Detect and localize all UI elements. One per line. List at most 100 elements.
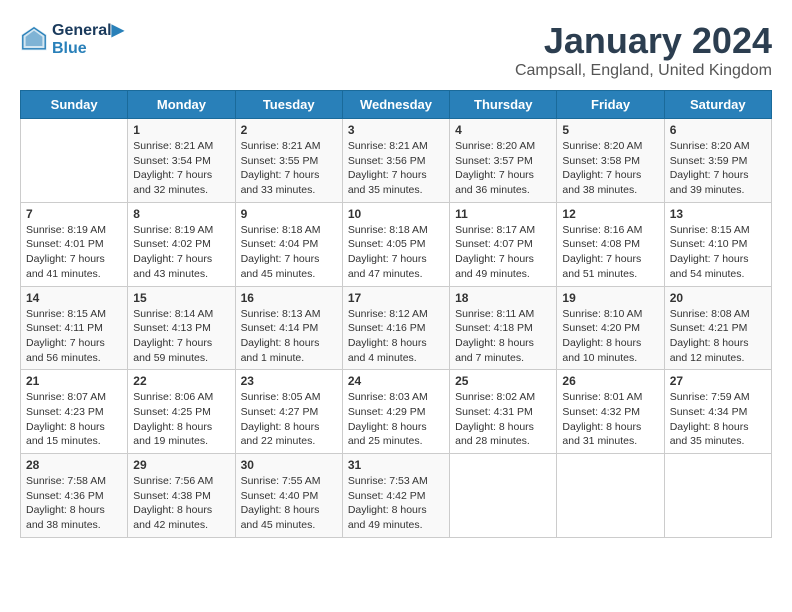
sunset-info: Sunset: 3:55 PM (241, 154, 337, 169)
sunrise-info: Sunrise: 8:08 AM (670, 307, 766, 322)
sunrise-info: Sunrise: 8:20 AM (670, 139, 766, 154)
sunset-info: Sunset: 3:58 PM (562, 154, 658, 169)
day-info: Sunrise: 8:07 AMSunset: 4:23 PMDaylight:… (26, 390, 122, 449)
sunrise-info: Sunrise: 7:53 AM (348, 474, 444, 489)
sunrise-info: Sunrise: 8:18 AM (348, 223, 444, 238)
day-number: 7 (26, 207, 122, 221)
day-number: 8 (133, 207, 229, 221)
daylight-info: and 56 minutes. (26, 351, 122, 366)
sunset-info: Sunset: 3:59 PM (670, 154, 766, 169)
sunset-info: Sunset: 4:14 PM (241, 321, 337, 336)
day-info: Sunrise: 8:19 AMSunset: 4:02 PMDaylight:… (133, 223, 229, 282)
calendar-cell (664, 454, 771, 538)
calendar-cell: 18Sunrise: 8:11 AMSunset: 4:18 PMDayligh… (450, 286, 557, 370)
day-info: Sunrise: 8:19 AMSunset: 4:01 PMDaylight:… (26, 223, 122, 282)
day-info: Sunrise: 8:13 AMSunset: 4:14 PMDaylight:… (241, 307, 337, 366)
daylight-info: and 54 minutes. (670, 267, 766, 282)
calendar-table: SundayMondayTuesdayWednesdayThursdayFrid… (20, 90, 772, 538)
daylight-info: Daylight: 8 hours (133, 503, 229, 518)
daylight-info: Daylight: 8 hours (562, 420, 658, 435)
daylight-info: Daylight: 8 hours (670, 420, 766, 435)
sunrise-info: Sunrise: 8:05 AM (241, 390, 337, 405)
sunrise-info: Sunrise: 8:20 AM (562, 139, 658, 154)
day-number: 31 (348, 458, 444, 472)
sunset-info: Sunset: 4:20 PM (562, 321, 658, 336)
daylight-info: and 19 minutes. (133, 434, 229, 449)
daylight-info: and 12 minutes. (670, 351, 766, 366)
day-number: 3 (348, 123, 444, 137)
day-info: Sunrise: 8:03 AMSunset: 4:29 PMDaylight:… (348, 390, 444, 449)
daylight-info: Daylight: 7 hours (562, 168, 658, 183)
sunset-info: Sunset: 4:04 PM (241, 237, 337, 252)
weekday-header-wednesday: Wednesday (342, 91, 449, 119)
day-number: 19 (562, 291, 658, 305)
day-info: Sunrise: 8:21 AMSunset: 3:56 PMDaylight:… (348, 139, 444, 198)
header: General▶ Blue January 2024 Campsall, Eng… (20, 20, 772, 80)
daylight-info: Daylight: 7 hours (241, 252, 337, 267)
day-info: Sunrise: 8:10 AMSunset: 4:20 PMDaylight:… (562, 307, 658, 366)
daylight-info: Daylight: 7 hours (133, 252, 229, 267)
calendar-cell (21, 119, 128, 203)
calendar-cell: 2Sunrise: 8:21 AMSunset: 3:55 PMDaylight… (235, 119, 342, 203)
sunrise-info: Sunrise: 8:07 AM (26, 390, 122, 405)
day-info: Sunrise: 8:11 AMSunset: 4:18 PMDaylight:… (455, 307, 551, 366)
daylight-info: and 10 minutes. (562, 351, 658, 366)
sunrise-info: Sunrise: 8:19 AM (26, 223, 122, 238)
daylight-info: Daylight: 7 hours (133, 336, 229, 351)
calendar-cell: 5Sunrise: 8:20 AMSunset: 3:58 PMDaylight… (557, 119, 664, 203)
sunrise-info: Sunrise: 7:58 AM (26, 474, 122, 489)
day-info: Sunrise: 7:59 AMSunset: 4:34 PMDaylight:… (670, 390, 766, 449)
sunset-info: Sunset: 4:34 PM (670, 405, 766, 420)
calendar-cell: 1Sunrise: 8:21 AMSunset: 3:54 PMDaylight… (128, 119, 235, 203)
day-info: Sunrise: 8:05 AMSunset: 4:27 PMDaylight:… (241, 390, 337, 449)
day-info: Sunrise: 8:15 AMSunset: 4:11 PMDaylight:… (26, 307, 122, 366)
daylight-info: and 31 minutes. (562, 434, 658, 449)
daylight-info: and 1 minute. (241, 351, 337, 366)
sunrise-info: Sunrise: 8:21 AM (133, 139, 229, 154)
daylight-info: and 25 minutes. (348, 434, 444, 449)
sunrise-info: Sunrise: 8:15 AM (26, 307, 122, 322)
calendar-cell: 13Sunrise: 8:15 AMSunset: 4:10 PMDayligh… (664, 202, 771, 286)
calendar-cell: 24Sunrise: 8:03 AMSunset: 4:29 PMDayligh… (342, 370, 449, 454)
daylight-info: and 45 minutes. (241, 267, 337, 282)
daylight-info: Daylight: 7 hours (26, 336, 122, 351)
daylight-info: Daylight: 8 hours (455, 336, 551, 351)
day-number: 25 (455, 374, 551, 388)
sunset-info: Sunset: 3:56 PM (348, 154, 444, 169)
daylight-info: Daylight: 7 hours (670, 252, 766, 267)
week-row-3: 14Sunrise: 8:15 AMSunset: 4:11 PMDayligh… (21, 286, 772, 370)
daylight-info: Daylight: 7 hours (455, 252, 551, 267)
day-number: 22 (133, 374, 229, 388)
day-info: Sunrise: 8:16 AMSunset: 4:08 PMDaylight:… (562, 223, 658, 282)
day-info: Sunrise: 8:12 AMSunset: 4:16 PMDaylight:… (348, 307, 444, 366)
sunset-info: Sunset: 4:05 PM (348, 237, 444, 252)
daylight-info: and 43 minutes. (133, 267, 229, 282)
sunrise-info: Sunrise: 8:11 AM (455, 307, 551, 322)
daylight-info: and 7 minutes. (455, 351, 551, 366)
daylight-info: Daylight: 8 hours (133, 420, 229, 435)
calendar-cell: 14Sunrise: 8:15 AMSunset: 4:11 PMDayligh… (21, 286, 128, 370)
daylight-info: and 33 minutes. (241, 183, 337, 198)
calendar-cell (450, 454, 557, 538)
weekday-header-monday: Monday (128, 91, 235, 119)
daylight-info: and 45 minutes. (241, 518, 337, 533)
day-number: 17 (348, 291, 444, 305)
day-info: Sunrise: 8:02 AMSunset: 4:31 PMDaylight:… (455, 390, 551, 449)
logo-icon (20, 25, 48, 53)
daylight-info: and 51 minutes. (562, 267, 658, 282)
sunset-info: Sunset: 4:32 PM (562, 405, 658, 420)
sunset-info: Sunset: 4:18 PM (455, 321, 551, 336)
calendar-subtitle: Campsall, England, United Kingdom (515, 62, 772, 80)
daylight-info: and 59 minutes. (133, 351, 229, 366)
day-info: Sunrise: 8:18 AMSunset: 4:04 PMDaylight:… (241, 223, 337, 282)
sunrise-info: Sunrise: 8:21 AM (348, 139, 444, 154)
sunrise-info: Sunrise: 8:14 AM (133, 307, 229, 322)
day-number: 2 (241, 123, 337, 137)
calendar-cell: 29Sunrise: 7:56 AMSunset: 4:38 PMDayligh… (128, 454, 235, 538)
day-number: 23 (241, 374, 337, 388)
sunrise-info: Sunrise: 7:59 AM (670, 390, 766, 405)
sunrise-info: Sunrise: 7:55 AM (241, 474, 337, 489)
logo-text: General▶ Blue (52, 20, 124, 58)
calendar-cell: 10Sunrise: 8:18 AMSunset: 4:05 PMDayligh… (342, 202, 449, 286)
daylight-info: and 47 minutes. (348, 267, 444, 282)
